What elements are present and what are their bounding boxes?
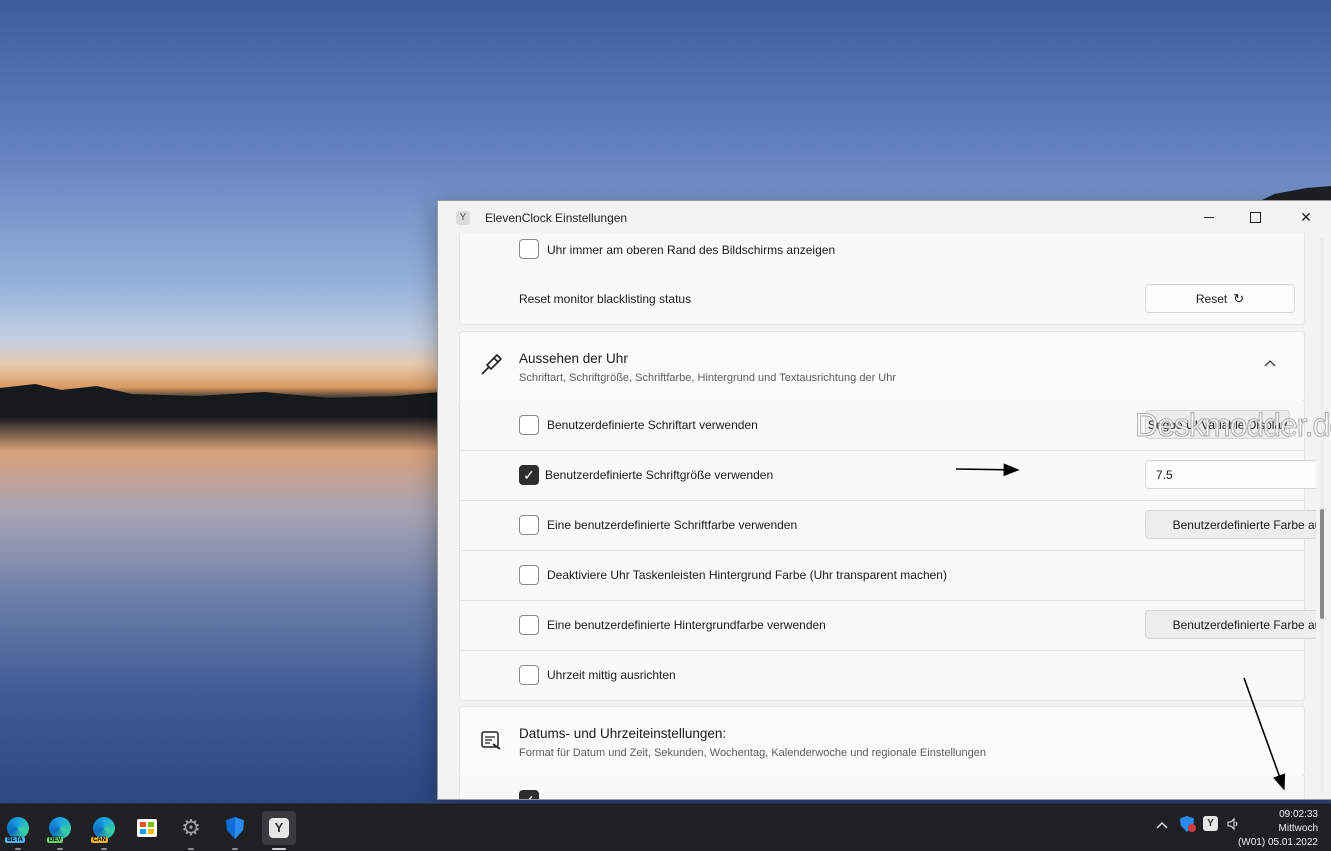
maximize-button[interactable] [1232,201,1278,233]
edge-canary-icon[interactable]: CAN [87,811,121,850]
date-settings-icon [478,728,504,754]
title-bar[interactable]: Y ElevenClock Einstellungen ✕ [438,201,1331,233]
checkbox-custom-bg-color[interactable] [519,615,539,635]
font-color-button[interactable]: Benutzerdefinierte Farbe auswählen [1145,510,1316,539]
checkbox-always-top[interactable] [519,239,539,259]
edge-badge: BETA [5,837,25,843]
section-title: Aussehen der Uhr [519,351,628,366]
setting-row-custom-bg-color: Eine benutzerdefinierte Hintergrundfarbe… [459,601,1316,651]
edge-beta-icon[interactable]: BETA [1,811,35,850]
taskbar-clock[interactable]: 09:02:33 Mittwoch (W01) 05.01.2022 [1238,808,1318,850]
section-subtitle: Schriftart, Schriftgröße, Schriftfarbe, … [519,372,897,384]
edge-badge: DEV [47,837,64,843]
brush-icon [478,352,504,378]
bg-color-button[interactable]: Benutzerdefinierte Farbe auswählen [1145,610,1316,639]
edge-dev-icon[interactable]: DEV [43,811,77,850]
setting-label: Reset monitor blacklisting status [519,292,692,306]
close-icon: ✕ [1300,208,1312,225]
setting-label: Deaktiviere Uhr Taskenleisten Hintergrun… [547,568,947,582]
section-header-datetime[interactable]: Datums- und Uhrzeiteinstellungen: Format… [459,706,1305,777]
settings-content[interactable]: Uhr immer am oberen Rand des Bildschirms… [438,233,1316,799]
setting-label: Benutzerdefinierte Schriftgröße verwende… [545,468,774,482]
checkbox-custom-font[interactable] [519,415,539,435]
setting-row-always-top: Uhr immer am oberen Rand des Bildschirms… [459,233,1305,276]
vertical-scrollbar[interactable] [1318,237,1324,793]
elevenclock-icon[interactable]: Y [262,811,296,850]
clock-time: 09:02:33 [1279,809,1318,820]
wallpaper-treeline [0,384,440,418]
scrollbar-thumb[interactable] [1320,509,1324,619]
setting-label: Uhrzeit mittig ausrichten [547,668,676,682]
setting-row-custom-font-color: Eine benutzerdefinierte Schriftfarbe ver… [459,501,1316,551]
font-size-value: 7.5 [1156,467,1173,482]
section-subtitle: Format für Datum und Zeit, Sekunden, Woc… [519,747,986,759]
taskbar: BETA DEV CAN ⚙ Y Y 09:02:33 Mittwoch (W0… [0,803,1331,851]
settings-icon[interactable]: ⚙ [174,811,208,850]
setting-row-center-time: Uhrzeit mittig ausrichten [459,651,1305,701]
maximize-icon [1249,211,1261,223]
minimize-button[interactable] [1186,201,1232,233]
setting-label: Benutzerdefinierte Schriftart verwenden [547,418,758,432]
checkbox-custom-font-size[interactable]: ✓ [519,465,539,485]
window-title: ElevenClock Einstellungen [485,211,628,225]
elevenclock-tray-icon[interactable]: Y [1203,816,1218,831]
section-header-appearance[interactable]: Aussehen der Uhr Schriftart, Schriftgröß… [459,331,1305,402]
edge-badge: CAN [91,837,108,843]
defender-icon[interactable] [218,811,252,850]
setting-row-reset-blacklist: Reset monitor blacklisting status Reset … [459,275,1305,325]
minimize-icon [1204,216,1214,218]
setting-row-transparent-bg: Deaktiviere Uhr Taskenleisten Hintergrun… [459,551,1305,601]
setting-label: Uhr immer am oberen Rand des Bildschirms… [547,243,836,257]
setting-row-custom-font-size: ✓ Benutzerdefinierte Schriftgröße verwen… [459,451,1316,501]
reset-button-label: Reset [1195,291,1228,306]
setting-label: Eine benutzerdefinierte Hintergrundfarbe… [547,618,826,632]
settings-window: Y ElevenClock Einstellungen ✕ Uhr immer … [437,200,1331,800]
checkbox-custom-font-color[interactable] [519,515,539,535]
store-icon[interactable] [130,811,164,845]
checkbox-partial[interactable]: ✓ [519,790,539,799]
setting-row-partial: ✓ [459,776,1305,799]
watermark: Deskmodder.de [1134,407,1331,444]
elevenclock-app-icon: Y [456,211,470,225]
security-tray-icon[interactable] [1180,816,1196,832]
refresh-icon: ↻ [1233,290,1245,306]
setting-label: Eine benutzerdefinierte Schriftfarbe ver… [547,518,798,532]
checkbox-center-time[interactable] [519,665,539,685]
close-button[interactable]: ✕ [1283,201,1329,233]
section-title: Datums- und Uhrzeiteinstellungen: [519,726,727,741]
reset-button[interactable]: Reset ↻ [1145,284,1295,313]
clock-weekday: Mittwoch [1278,823,1318,834]
checkbox-transparent-bg[interactable] [519,565,539,585]
font-size-select[interactable]: 7.5 [1145,460,1316,489]
chevron-up-icon[interactable] [1156,818,1168,832]
chevron-up-icon[interactable] [1264,356,1276,370]
clock-date: (W01) 05.01.2022 [1237,837,1318,848]
